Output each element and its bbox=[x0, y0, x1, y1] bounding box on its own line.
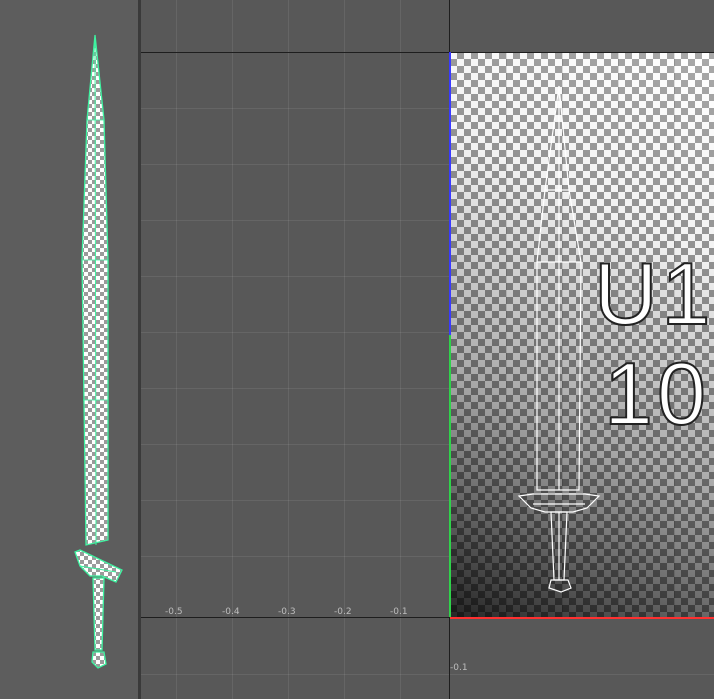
uv-editor-viewport[interactable]: U1 10 -0.5 -0.4 -0.3 -0.2 -0.1 -0.1 bbox=[141, 0, 714, 699]
sword-uv-shell[interactable] bbox=[141, 0, 714, 699]
uv-pommel bbox=[548, 579, 572, 593]
sword-pommel-3d bbox=[91, 651, 107, 669]
perspective-viewport[interactable] bbox=[0, 0, 138, 699]
uv-guard bbox=[517, 493, 601, 513]
sword-mesh-3d[interactable] bbox=[0, 0, 138, 699]
sword-handle-3d bbox=[92, 577, 105, 651]
